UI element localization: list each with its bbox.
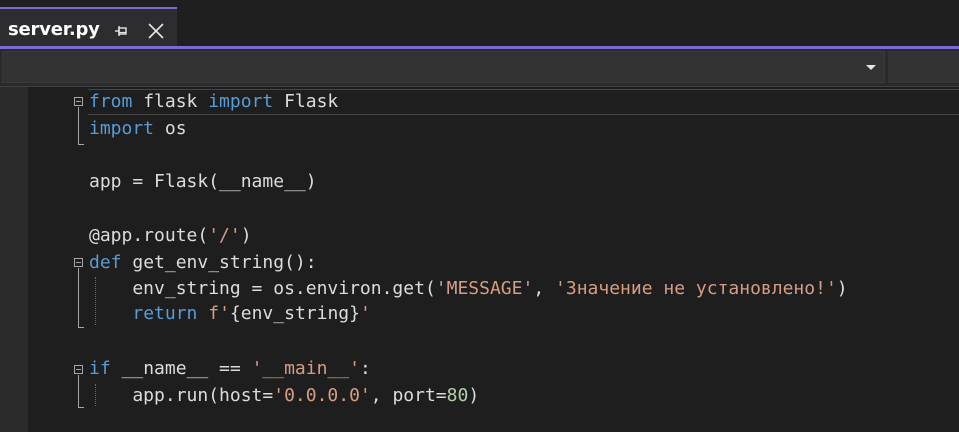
fold-line bbox=[78, 107, 79, 145]
code-text: __name__ == bbox=[110, 358, 252, 379]
code-text: ) bbox=[836, 278, 848, 299]
editor-window: server.py from flask import Flask import… bbox=[0, 0, 959, 432]
string-literal: '__main__' bbox=[251, 358, 360, 379]
code-text: ) bbox=[468, 385, 480, 406]
tab-server-py[interactable]: server.py bbox=[0, 7, 177, 46]
code-line-7: return f'{env_string}' bbox=[89, 301, 371, 327]
number-literal: 80 bbox=[446, 385, 469, 406]
code-text: os bbox=[154, 118, 187, 139]
fold-end bbox=[78, 327, 84, 328]
fold-end bbox=[78, 407, 84, 408]
string-literal: 'Значение не установлено!' bbox=[555, 278, 837, 299]
keyword: if bbox=[89, 358, 111, 379]
code-line-8: if __name__ == '__main__': bbox=[89, 356, 371, 382]
code-text: : bbox=[359, 358, 371, 379]
fold-toggle-icon[interactable] bbox=[74, 365, 83, 374]
close-icon[interactable] bbox=[147, 22, 165, 40]
code-text: , port= bbox=[370, 385, 447, 406]
code-editor[interactable]: from flask import Flask import os app = … bbox=[0, 87, 959, 432]
string-literal: '0.0.0.0' bbox=[273, 385, 371, 406]
code-line-2: import os bbox=[89, 116, 187, 142]
keyword: import bbox=[208, 91, 274, 112]
tab-strip: server.py bbox=[0, 0, 959, 46]
code-text: app = Flask(__name__) bbox=[89, 171, 317, 192]
code-text: flask bbox=[132, 91, 209, 112]
keyword: from bbox=[89, 91, 133, 112]
code-line-4: @app.route('/') bbox=[89, 223, 252, 249]
fold-line bbox=[78, 268, 79, 328]
code-text: ) bbox=[240, 225, 252, 246]
string-literal: f' bbox=[208, 303, 230, 324]
fold-end bbox=[78, 144, 84, 145]
pin-icon[interactable] bbox=[113, 23, 129, 39]
fold-line bbox=[78, 375, 79, 408]
code-text: Flask bbox=[273, 91, 339, 112]
code-text: app.run(host= bbox=[89, 385, 274, 406]
fold-toggle-icon[interactable] bbox=[74, 97, 83, 106]
member-dropdown[interactable] bbox=[888, 51, 959, 83]
fold-toggle-icon[interactable] bbox=[74, 258, 83, 267]
navigation-bar bbox=[0, 49, 959, 87]
code-text: env_string = os.environ.get( bbox=[89, 278, 436, 299]
code-text: get_env_string(): bbox=[121, 252, 317, 273]
chevron-down-icon[interactable] bbox=[866, 65, 876, 70]
code-line-1: from flask import Flask bbox=[89, 89, 338, 115]
code-text: , bbox=[533, 278, 556, 299]
code-line-6: env_string = os.environ.get('MESSAGE', '… bbox=[89, 276, 848, 302]
string-literal: ' bbox=[359, 303, 371, 324]
keyword: return bbox=[132, 303, 198, 324]
string-literal: 'MESSAGE' bbox=[435, 278, 534, 299]
scope-dropdown[interactable] bbox=[2, 51, 885, 83]
editor-margin bbox=[0, 87, 28, 432]
code-line-3: app = Flask(__name__) bbox=[89, 169, 317, 195]
code-line-9: app.run(host='0.0.0.0', port=80) bbox=[89, 383, 479, 409]
code-text: {env_string} bbox=[229, 303, 360, 324]
code-text: @app.route( bbox=[89, 225, 209, 246]
keyword: import bbox=[89, 118, 155, 139]
string-literal: '/' bbox=[208, 225, 241, 246]
tab-title: server.py bbox=[8, 19, 100, 40]
code-line-5: def get_env_string(): bbox=[89, 250, 317, 276]
keyword: def bbox=[89, 252, 122, 273]
